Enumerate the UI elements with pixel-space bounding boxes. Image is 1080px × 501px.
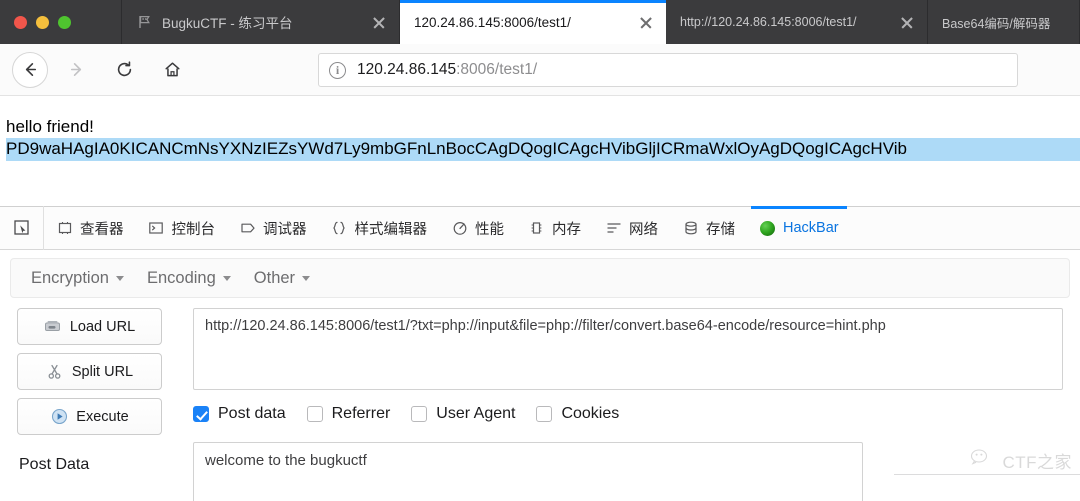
- hackbar-url-textarea[interactable]: http://120.24.86.145:8006/test1/?txt=php…: [193, 308, 1063, 390]
- memory-icon: [528, 220, 545, 237]
- watermark-rule: [894, 474, 1080, 475]
- devtools-tab-label: 性能: [475, 221, 504, 238]
- post-data-textarea[interactable]: welcome to the bugkuctf: [193, 442, 863, 501]
- tab-title: http://120.24.86.145:8006/test1/: [680, 15, 857, 29]
- hackbar-icon: [759, 220, 776, 237]
- close-window-button[interactable]: [14, 15, 27, 29]
- element-picker-icon[interactable]: [0, 206, 44, 250]
- wechat-icon: [970, 448, 996, 473]
- chevron-down-icon: [302, 275, 311, 281]
- devtools-tab-storage[interactable]: 存储: [670, 206, 747, 250]
- console-icon: [148, 220, 165, 237]
- browser-tab-test1-url[interactable]: http://120.24.86.145:8006/test1/: [666, 0, 928, 44]
- button-label: Execute: [76, 408, 129, 425]
- post-data-checkbox[interactable]: [193, 406, 209, 422]
- menu-label: Encryption: [31, 268, 109, 287]
- devtools-tab-memory[interactable]: 内存: [516, 206, 593, 250]
- network-icon: [605, 220, 622, 237]
- menu-encryption[interactable]: Encryption: [23, 269, 139, 288]
- referrer-checkbox[interactable]: [306, 406, 323, 422]
- close-tab-button[interactable]: [371, 14, 387, 30]
- url-path: :8006/test1/: [456, 61, 538, 78]
- tab-strip: BugkuCTF - 练习平台 120.24.86.145:8006/test1…: [0, 0, 1080, 44]
- page-greeting-text: hello friend!: [6, 117, 94, 136]
- button-label: Split URL: [71, 363, 134, 380]
- navigation-bar: i 120.24.86.145 :8006/test1/: [0, 44, 1080, 96]
- watermark: CTF之家: [970, 448, 1072, 473]
- address-bar[interactable]: i 120.24.86.145 :8006/test1/: [318, 53, 1018, 87]
- devtools-tab-debugger[interactable]: 调试器: [227, 206, 319, 250]
- cookies-label: Cookies: [561, 405, 620, 422]
- devtools-tab-label: 调试器: [263, 221, 307, 238]
- debugger-icon: [239, 220, 256, 237]
- storage-icon: [682, 220, 699, 237]
- devtools-tab-network[interactable]: 网络: [593, 206, 670, 250]
- devtools-tab-label: 存储: [706, 221, 735, 238]
- close-tab-button[interactable]: [638, 14, 654, 30]
- cookies-checkbox[interactable]: [536, 406, 553, 422]
- button-label: Load URL: [69, 318, 136, 335]
- devtools-tab-hackbar[interactable]: HackBar: [747, 206, 851, 250]
- split-url-button[interactable]: Split URL: [17, 353, 162, 390]
- browser-tab-bugkuctf[interactable]: BugkuCTF - 练习平台: [122, 0, 400, 44]
- browser-tab-active[interactable]: 120.24.86.145:8006/test1/: [400, 0, 666, 44]
- devtools-tab-inspector[interactable]: 查看器: [44, 206, 136, 250]
- flag-icon: [136, 14, 153, 31]
- user-agent-label: User Agent: [436, 405, 516, 422]
- menu-other[interactable]: Other: [246, 269, 325, 288]
- devtools-tab-label: 查看器: [80, 221, 124, 238]
- browser-tab-base64[interactable]: Base64编码/解码器: [928, 0, 1080, 44]
- scissors-icon: [46, 363, 64, 381]
- minimize-window-button[interactable]: [36, 15, 49, 29]
- hackbar-menubar: Encryption Encoding Other: [10, 258, 1070, 298]
- post-data-field-label: Post Data: [19, 456, 90, 473]
- watermark-text: CTF之家: [1002, 453, 1072, 472]
- chevron-down-icon: [222, 275, 231, 281]
- load-url-icon: [44, 318, 62, 336]
- devtools-tab-label: 网络: [629, 221, 658, 238]
- forward-button[interactable]: [56, 50, 96, 90]
- menu-encoding[interactable]: Encoding: [139, 269, 246, 288]
- hackbar-options-row: Post data Referrer User Agent Cookies: [193, 405, 631, 423]
- devtools-tab-style-editor[interactable]: 样式编辑器: [319, 206, 440, 250]
- back-button[interactable]: [12, 51, 48, 88]
- devtools-tab-console[interactable]: 控制台: [136, 206, 228, 250]
- devtools-tab-label: 样式编辑器: [354, 221, 428, 238]
- zoom-window-button[interactable]: [58, 15, 71, 29]
- browser-window: BugkuCTF - 练习平台 120.24.86.145:8006/test1…: [0, 0, 1080, 501]
- play-icon: [50, 408, 68, 426]
- page-content: hello friend! PD9waHAgIA0KICANCmNsYXNzIE…: [0, 96, 1080, 206]
- menu-label: Encoding: [146, 268, 216, 287]
- reload-button[interactable]: [104, 50, 144, 90]
- style-editor-icon: [331, 220, 348, 237]
- home-button[interactable]: [152, 50, 192, 90]
- tab-title: Base64编码/解码器: [942, 16, 1051, 31]
- url-host: 120.24.86.145: [357, 61, 457, 78]
- menu-label: Other: [253, 268, 296, 287]
- inspector-icon: [56, 220, 73, 237]
- execute-button[interactable]: Execute: [17, 398, 162, 435]
- performance-icon: [451, 220, 468, 237]
- hackbar-panel: Encryption Encoding Other Load URL Split…: [0, 250, 1080, 501]
- user-agent-checkbox[interactable]: [411, 406, 428, 422]
- chevron-down-icon: [115, 275, 124, 281]
- post-data-label: Post data: [218, 405, 286, 422]
- devtools-tab-label: 控制台: [171, 221, 216, 238]
- devtools-tab-label: HackBar: [783, 220, 839, 236]
- devtools-tab-performance[interactable]: 性能: [439, 206, 516, 250]
- site-info-icon[interactable]: i: [329, 61, 346, 79]
- close-tab-button[interactable]: [899, 14, 915, 30]
- referrer-label: Referrer: [331, 405, 391, 422]
- tab-title: 120.24.86.145:8006/test1/: [414, 14, 571, 30]
- devtools-tab-label: 内存: [552, 221, 581, 238]
- devtools-toolbar: 查看器 控制台 调试器 样式编辑器 性能 内存 网络 存储 HackBar: [0, 206, 1080, 250]
- hackbar-button-column: Load URL Split URL Execute: [17, 308, 177, 443]
- load-url-button[interactable]: Load URL: [17, 308, 162, 345]
- window-controls: [0, 0, 122, 44]
- page-base64-output[interactable]: PD9waHAgIA0KICANCmNsYXNzIEZsYWd7Ly9mbGFn…: [6, 138, 1080, 161]
- tab-title: BugkuCTF - 练习平台: [162, 16, 293, 31]
